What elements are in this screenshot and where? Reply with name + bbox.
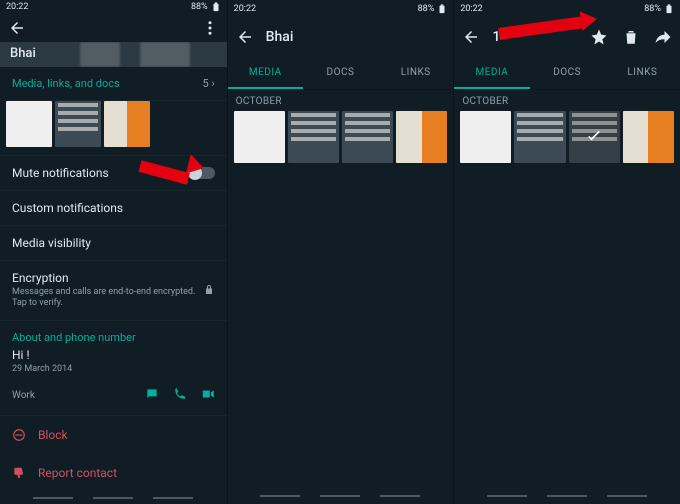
custom-label: Custom notifications [12, 201, 215, 215]
status-bar: 20:22 88% [0, 0, 227, 14]
back-button[interactable] [234, 26, 256, 48]
thumb[interactable] [288, 111, 339, 163]
thumbs-down-icon [12, 466, 26, 480]
media-links-docs-row[interactable]: Media, links, and docs 5 › [0, 67, 227, 101]
android-navbar [454, 488, 680, 504]
encryption-sub: Messages and calls are end-to-end encryp… [12, 287, 203, 310]
status-time: 20:22 [234, 4, 256, 14]
topbar: Bhai [228, 18, 454, 56]
selection-count: 1 [492, 29, 500, 45]
call-icon[interactable] [173, 386, 187, 405]
status-bar: 20:22 88% [228, 0, 454, 18]
about-header: About and phone number [0, 321, 227, 346]
mute-label: Mute notifications [12, 166, 109, 180]
media-visibility-row[interactable]: Media visibility [0, 226, 227, 261]
about-date: 29 March 2014 [12, 364, 215, 374]
tab-links[interactable]: LINKS [605, 56, 680, 89]
contact-name: Bhai [10, 46, 36, 61]
media-grid [454, 111, 680, 163]
tabs: MEDIA DOCS LINKS [454, 56, 680, 90]
topbar [0, 14, 227, 43]
encryption-title: Encryption [12, 271, 203, 285]
status-battery: 88% [191, 2, 208, 12]
media-header: Media, links, and docs [12, 77, 120, 90]
tab-media[interactable]: MEDIA [228, 56, 303, 89]
title: Bhai [266, 29, 294, 45]
media-thumbs[interactable] [0, 101, 227, 156]
thumb-selected[interactable] [569, 111, 620, 163]
report-label: Report contact [38, 466, 117, 480]
media-grid [228, 111, 454, 163]
status-right: 88% [191, 2, 221, 12]
contact-hero[interactable]: Bhai [0, 42, 227, 66]
battery-icon [211, 2, 221, 12]
phone-type: Work [12, 390, 35, 401]
lock-icon [203, 281, 215, 300]
overflow-menu[interactable] [199, 17, 221, 39]
tab-links[interactable]: LINKS [378, 56, 453, 89]
back-button[interactable] [6, 17, 28, 39]
thumb[interactable] [623, 111, 674, 163]
month-header: OCTOBER [228, 90, 454, 111]
check-icon [569, 111, 620, 163]
panel-contact-info: 20:22 88% Bhai Media, links, and docs 5 … [0, 0, 227, 504]
mute-row[interactable]: Mute notifications [0, 156, 227, 191]
block-icon [12, 428, 26, 442]
thumb[interactable] [342, 111, 393, 163]
block-row[interactable]: Block [0, 416, 227, 454]
back-button[interactable] [460, 26, 482, 48]
report-row[interactable]: Report contact [0, 454, 227, 492]
custom-notifications-row[interactable]: Custom notifications [0, 191, 227, 226]
month-header: OCTOBER [454, 90, 680, 111]
thumb[interactable] [55, 101, 101, 147]
tab-docs[interactable]: DOCS [303, 56, 378, 89]
thumb[interactable] [104, 101, 150, 147]
status-time: 20:22 [460, 4, 482, 14]
encryption-row[interactable]: Encryption Messages and calls are end-to… [0, 261, 227, 321]
mute-toggle[interactable] [189, 167, 215, 179]
delete-button[interactable] [620, 26, 642, 48]
android-navbar [228, 488, 454, 504]
thumb[interactable] [514, 111, 565, 163]
message-icon[interactable] [145, 386, 159, 405]
block-label: Block [38, 428, 68, 442]
selection-toolbar: 1 [454, 18, 680, 56]
phone-row: Work [0, 382, 227, 416]
status-time: 20:22 [6, 2, 28, 12]
status-bar: 20:22 88% [454, 0, 680, 18]
panel-media-selection: 20:22 88% 1 MEDIA DOCS LINKS OCTOBER [453, 0, 680, 504]
thumb[interactable] [460, 111, 511, 163]
tab-media[interactable]: MEDIA [454, 56, 529, 89]
about-text: Hi ! [12, 348, 215, 362]
video-icon[interactable] [201, 386, 215, 405]
tab-docs[interactable]: DOCS [530, 56, 605, 89]
media-count: 5 › [202, 77, 214, 90]
forward-button[interactable] [652, 26, 674, 48]
android-navbar [0, 492, 227, 504]
star-button[interactable] [588, 26, 610, 48]
thumb[interactable] [396, 111, 447, 163]
thumb[interactable] [6, 101, 52, 147]
panel-media-grid: 20:22 88% Bhai MEDIA DOCS LINKS OCTOBER [227, 0, 454, 504]
tabs: MEDIA DOCS LINKS [228, 56, 454, 90]
thumb[interactable] [234, 111, 285, 163]
visibility-label: Media visibility [12, 236, 215, 250]
